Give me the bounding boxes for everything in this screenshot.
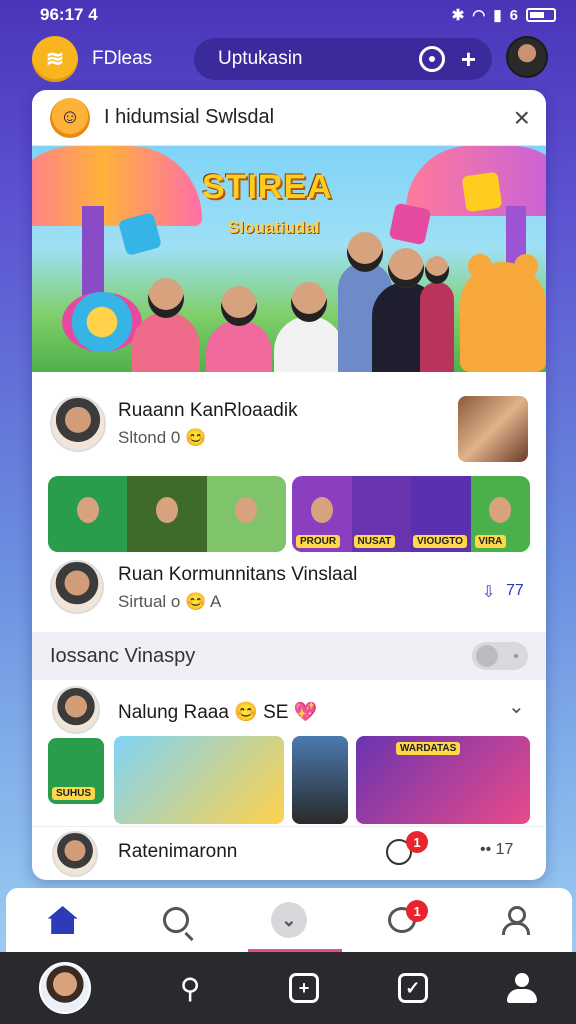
list-item[interactable]: Nalung Raaa 😊 SE 💖 ⌄ <box>32 684 546 738</box>
post-thumbnail[interactable] <box>458 396 528 462</box>
thumbnail[interactable] <box>114 736 284 824</box>
avatar[interactable] <box>50 396 106 452</box>
post-subtitle: Sltond 0 😊 <box>118 428 207 447</box>
section-toggle[interactable] <box>472 642 528 670</box>
thumbnail-label: VIOUGTO <box>413 535 467 548</box>
thumbnail-label: WARDATAS <box>396 742 461 755</box>
person-figure <box>420 256 454 372</box>
avatar[interactable] <box>52 831 98 877</box>
tab-search[interactable] <box>146 896 206 944</box>
feed-card: ☺ I hidumsial Swlsdal × STIREA Slouatiud… <box>32 90 546 880</box>
toy-block-icon <box>388 202 432 246</box>
add-icon[interactable]: + <box>461 46 476 72</box>
tab-profile[interactable] <box>485 896 545 944</box>
bluetooth-icon: ✱ <box>451 7 465 24</box>
list-item[interactable]: Ruan Kormunnitans Vinslaal Sirtual o 😊 A… <box>32 554 546 624</box>
card-title: I hidumsial Swlsdal <box>104 106 275 128</box>
profile-avatar[interactable] <box>506 36 548 78</box>
card-header: ☺ I hidumsial Swlsdal × <box>32 90 546 146</box>
section-title: Iossanc Vinaspy <box>50 644 196 667</box>
post-title: Ratenimaronn <box>118 841 238 862</box>
post-title: Nalung Raaa 😊 SE 💖 <box>118 702 318 723</box>
post-meta: •• 17 <box>480 841 514 858</box>
chevron-down-icon: ⌄ <box>270 902 307 938</box>
bear-mascot <box>460 254 546 372</box>
user-icon <box>502 906 531 935</box>
person-figure <box>132 278 200 372</box>
battery-level: 6 <box>509 6 518 24</box>
app-bar: ≋ FDleas Uptukasin + <box>0 34 576 86</box>
list-item[interactable]: Ratenimaronn 1 •• 17 <box>32 826 546 877</box>
status-icons: ✱ ◠ ▮ 6 <box>452 6 556 24</box>
add-icon[interactable]: + <box>288 973 319 1003</box>
like-count: 77 <box>506 582 524 599</box>
search-input[interactable]: Uptukasin <box>218 48 419 70</box>
system-nav-bar: ⚲ + ✓ <box>0 952 576 1024</box>
search-icon[interactable]: ⚲ <box>170 972 210 1005</box>
status-bar: 96:17 4 ✱ ◠ ▮ 6 <box>0 0 576 30</box>
post-title: Ruaann KanRloaadik <box>118 400 298 421</box>
like-icon[interactable]: ⇩ <box>482 582 495 602</box>
thumbnail[interactable]: VIRA <box>470 476 530 552</box>
search-icon[interactable] <box>418 46 445 72</box>
post-title: Ruan Kormunnitans Vinslaal <box>118 564 358 585</box>
status-time: 96:17 4 <box>40 5 98 24</box>
notification-badge: 1 <box>406 831 428 853</box>
bottom-tab-bar: ⌄ 1 <box>6 888 572 952</box>
person-figure <box>274 282 344 372</box>
brand-logo-icon[interactable]: ≋ <box>32 36 78 82</box>
toy-block-icon <box>461 171 503 213</box>
brand-name: FDleas <box>92 48 153 69</box>
tab-center[interactable]: ⌄ <box>259 896 319 944</box>
wifi-icon: ◠ <box>472 7 486 24</box>
signal-icon: ▮ <box>493 7 502 24</box>
avatar[interactable] <box>52 686 100 734</box>
thumbnail[interactable] <box>206 476 286 552</box>
thumbnail[interactable] <box>48 476 128 552</box>
thumbnail-label: PROUR <box>296 535 341 548</box>
user-icon[interactable] <box>506 973 537 1003</box>
banner-subtitle: Slouatiudal <box>228 218 320 237</box>
hero-banner[interactable]: STIREA Slouatiudal <box>32 146 546 372</box>
notification-badge: 1 <box>406 900 429 922</box>
thumbnail[interactable]: PROUR <box>292 476 352 552</box>
avatar[interactable] <box>50 560 104 614</box>
tab-home[interactable] <box>33 896 93 944</box>
umbrella-decoration <box>32 146 202 226</box>
search-icon <box>162 907 189 933</box>
thumbnail-label: NUSAT <box>353 535 396 548</box>
thumbnail[interactable] <box>292 736 348 824</box>
person-figure <box>206 286 272 372</box>
media-strip[interactable] <box>48 476 286 552</box>
smiley-icon: ☺ <box>50 97 90 138</box>
list-item[interactable]: Ruaann KanRloaadik Sltond 0 😊 <box>32 372 546 462</box>
battery-icon <box>526 8 556 22</box>
close-icon[interactable]: × <box>514 103 530 132</box>
banner-title: STIREA <box>202 168 333 206</box>
post-subtitle: Sirtual o 😊 A <box>118 592 222 611</box>
media-strip[interactable]: PROUR NUSAT VIOUGTO VIRA <box>292 476 530 552</box>
chevron-down-icon[interactable]: ⌄ <box>508 694 525 719</box>
home-icon <box>47 906 78 934</box>
toy-decoration <box>62 292 142 352</box>
thumbnail[interactable]: NUSAT <box>351 476 411 552</box>
thumbnail[interactable]: SUHUS <box>48 738 104 804</box>
thumbnail[interactable] <box>127 476 207 552</box>
avatar[interactable] <box>39 962 92 1014</box>
checkbox-icon[interactable]: ✓ <box>397 973 428 1003</box>
section-header: Iossanc Vinaspy <box>32 632 546 680</box>
thumbnail[interactable]: VIOUGTO <box>411 476 471 552</box>
tab-messages[interactable]: 1 <box>372 896 432 944</box>
thumbnail-label: VIRA <box>474 535 507 548</box>
search-bar[interactable]: Uptukasin + <box>194 38 492 80</box>
thumbnail-label: SUHUS <box>52 787 96 800</box>
thumbnail[interactable]: WARDATAS <box>356 736 530 824</box>
